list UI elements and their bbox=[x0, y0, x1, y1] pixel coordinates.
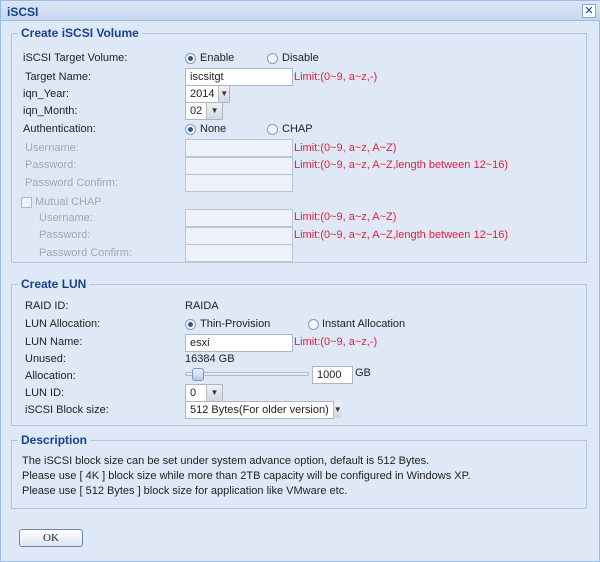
mutual-chap-checkbox[interactable] bbox=[21, 197, 32, 208]
username-input[interactable] bbox=[185, 139, 293, 157]
password-label: Password: bbox=[25, 159, 77, 171]
chevron-down-icon: ▼ bbox=[206, 385, 222, 401]
thin-provision-label: Thin-Provision bbox=[200, 318, 271, 330]
enable-radio[interactable] bbox=[185, 53, 196, 64]
iqn-year-label: iqn_Year: bbox=[23, 88, 70, 100]
mutual-password-input[interactable] bbox=[185, 227, 293, 245]
mutual-chap-label: Mutual CHAP bbox=[35, 196, 102, 208]
chevron-down-icon: ▼ bbox=[218, 86, 229, 102]
chevron-down-icon: ▼ bbox=[332, 402, 342, 418]
close-icon[interactable]: ✕ bbox=[582, 4, 596, 18]
username-label: Username: bbox=[25, 142, 79, 154]
mutual-username-label: Username: bbox=[39, 212, 93, 224]
allocation-slider-thumb[interactable] bbox=[191, 368, 204, 381]
target-volume-label: iSCSI Target Volume: bbox=[23, 52, 128, 64]
window-title: iSCSI bbox=[7, 5, 39, 19]
auth-none-label: None bbox=[200, 123, 227, 135]
create-volume-legend: Create iSCSI Volume bbox=[18, 26, 142, 40]
lun-name-label: LUN Name: bbox=[25, 336, 83, 348]
enable-label: Enable bbox=[200, 52, 235, 64]
target-name-label: Target Name: bbox=[25, 71, 92, 83]
instant-allocation-radio[interactable] bbox=[308, 319, 319, 330]
mutual-password-limit: Limit:(0~9, a~z, A~Z,length between 12~1… bbox=[294, 229, 509, 241]
allocation-label: Allocation: bbox=[25, 370, 76, 382]
password-confirm-label: Password Confirm: bbox=[25, 177, 118, 189]
allocation-input[interactable]: 1000 bbox=[312, 366, 353, 384]
instant-allocation-label: Instant Allocation bbox=[322, 318, 406, 330]
iqn-month-value: 02 bbox=[190, 105, 203, 117]
disable-radio[interactable] bbox=[267, 53, 278, 64]
create-lun-legend: Create LUN bbox=[18, 277, 90, 291]
unused-label: Unused: bbox=[25, 353, 66, 365]
block-size-label: iSCSI Block size: bbox=[25, 404, 109, 416]
mutual-username-input[interactable] bbox=[185, 209, 293, 227]
lun-allocation-label: LUN Allocation: bbox=[25, 318, 101, 330]
iqn-month-select[interactable]: 02 ▼ bbox=[185, 102, 223, 120]
iqn-year-value: 2014 bbox=[190, 88, 215, 100]
disable-label: Disable bbox=[282, 52, 319, 64]
description-line: The iSCSI block size can be set under sy… bbox=[22, 455, 430, 467]
password-limit: Limit:(0~9, a~z, A~Z,length between 12~1… bbox=[294, 159, 509, 171]
chevron-down-icon: ▼ bbox=[206, 103, 222, 119]
iqn-month-label: iqn_Month: bbox=[23, 105, 78, 117]
target-name-input[interactable]: iscsitgt bbox=[185, 68, 293, 86]
unused-value: 16384 GB bbox=[185, 353, 235, 365]
target-name-limit: Limit:(0~9, a~z,-) bbox=[294, 71, 378, 83]
mutual-password-label: Password: bbox=[39, 229, 91, 241]
lun-name-input[interactable]: esxi bbox=[185, 334, 293, 352]
mutual-username-limit: Limit:(0~9, a~z, A~Z) bbox=[294, 211, 397, 223]
username-limit: Limit:(0~9, a~z, A~Z) bbox=[294, 142, 397, 154]
lun-id-label: LUN ID: bbox=[25, 387, 65, 399]
lun-name-limit: Limit:(0~9, a~z,-) bbox=[294, 336, 378, 348]
iqn-year-select[interactable]: 2014 ▼ bbox=[185, 85, 230, 103]
thin-provision-radio[interactable] bbox=[185, 319, 196, 330]
description-line: Please use [ 512 Bytes ] block size for … bbox=[22, 485, 348, 497]
auth-none-radio[interactable] bbox=[185, 124, 196, 135]
allocation-unit: GB bbox=[355, 367, 371, 379]
auth-chap-label: CHAP bbox=[282, 123, 313, 135]
mutual-password-confirm-input[interactable] bbox=[185, 244, 293, 262]
title-bar bbox=[1, 1, 600, 21]
block-size-select[interactable]: 512 Bytes(For older version) ▼ bbox=[185, 401, 342, 419]
mutual-password-confirm-label: Password Confirm: bbox=[39, 247, 132, 259]
raid-id-value: RAIDA bbox=[185, 300, 219, 312]
description-line: Please use [ 4K ] block size while more … bbox=[22, 470, 471, 482]
password-confirm-input[interactable] bbox=[185, 174, 293, 192]
block-size-value: 512 Bytes(For older version) bbox=[190, 404, 329, 416]
raid-id-label: RAID ID: bbox=[25, 300, 69, 312]
lun-id-select[interactable]: 0 ▼ bbox=[185, 384, 223, 402]
ok-button[interactable]: OK bbox=[19, 529, 83, 547]
description-legend: Description bbox=[18, 433, 91, 447]
password-input[interactable] bbox=[185, 157, 293, 175]
auth-chap-radio[interactable] bbox=[267, 124, 278, 135]
lun-id-value: 0 bbox=[190, 387, 197, 399]
auth-label: Authentication: bbox=[23, 123, 96, 135]
